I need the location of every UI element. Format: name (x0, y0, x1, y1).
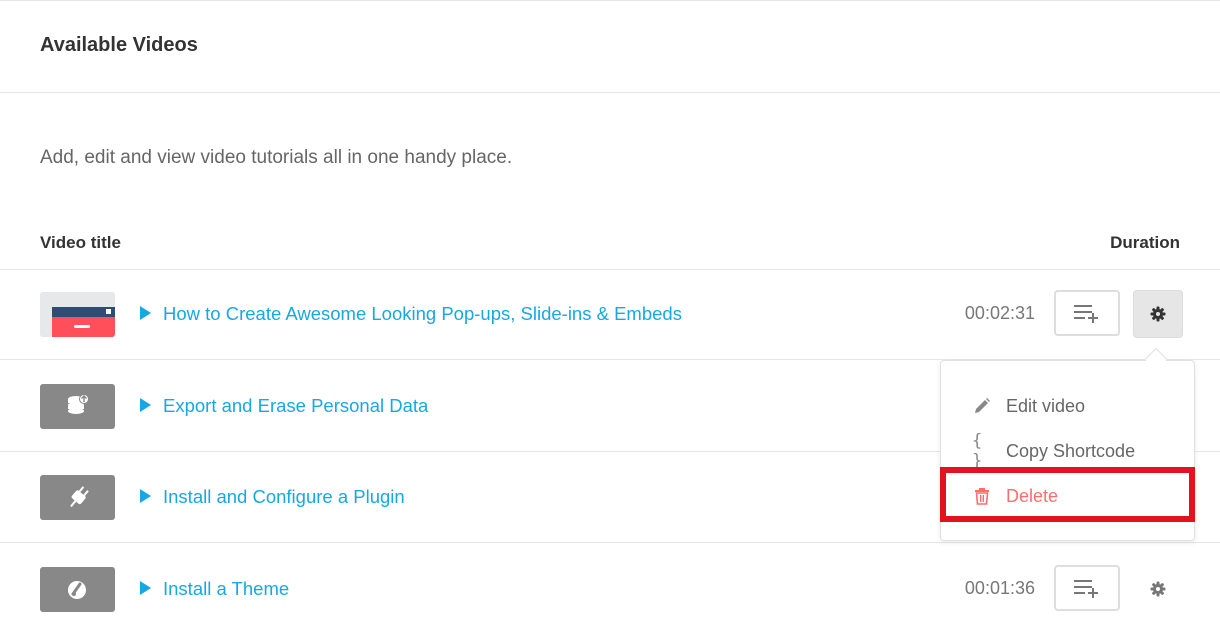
playlist-add-icon (1074, 305, 1098, 323)
panel-header: Available Videos (0, 1, 1220, 93)
play-icon[interactable] (140, 306, 151, 320)
panel-title: Available Videos (40, 34, 198, 56)
delete-highlight-box (940, 467, 1195, 522)
table-row: How to Create Awesome Looking Pop-ups, S… (0, 269, 1220, 360)
pencil-icon (972, 396, 992, 416)
playlist-add-icon (1074, 580, 1098, 598)
menu-item-label: Copy Shortcode (1006, 440, 1136, 461)
database-export-icon (40, 384, 115, 429)
video-title-link[interactable]: Install a Theme (163, 578, 289, 600)
table-row: Install a Theme 00:01:36 (0, 544, 1220, 632)
column-header-duration: Duration (1110, 233, 1180, 252)
video-title-link[interactable]: Export and Erase Personal Data (163, 395, 428, 417)
copy-shortcode-menu-item[interactable]: { } Copy Shortcode (941, 431, 1194, 471)
settings-button[interactable] (1133, 290, 1183, 338)
edit-video-menu-item[interactable]: Edit video (941, 386, 1194, 426)
gear-icon (1150, 306, 1166, 322)
video-title-link[interactable]: Install and Configure a Plugin (163, 486, 405, 508)
video-duration: 00:01:36 (964, 578, 1035, 598)
add-to-playlist-button[interactable] (1054, 290, 1120, 336)
plug-icon (40, 475, 115, 520)
play-icon[interactable] (140, 581, 151, 595)
gear-icon (1150, 581, 1166, 597)
video-duration: 00:02:31 (964, 303, 1035, 323)
column-header-title: Video title (40, 233, 121, 252)
menu-item-label: Edit video (1006, 395, 1086, 416)
settings-button[interactable] (1133, 565, 1183, 613)
play-icon[interactable] (140, 398, 151, 412)
play-icon[interactable] (140, 489, 151, 503)
popup-thumbnail-icon (40, 292, 115, 337)
add-to-playlist-button[interactable] (1054, 565, 1120, 611)
panel-description: Add, edit and view video tutorials all i… (40, 147, 513, 168)
video-title-link[interactable]: How to Create Awesome Looking Pop-ups, S… (163, 303, 682, 325)
brush-icon (40, 567, 115, 612)
curly-braces-icon: { } (972, 431, 983, 471)
